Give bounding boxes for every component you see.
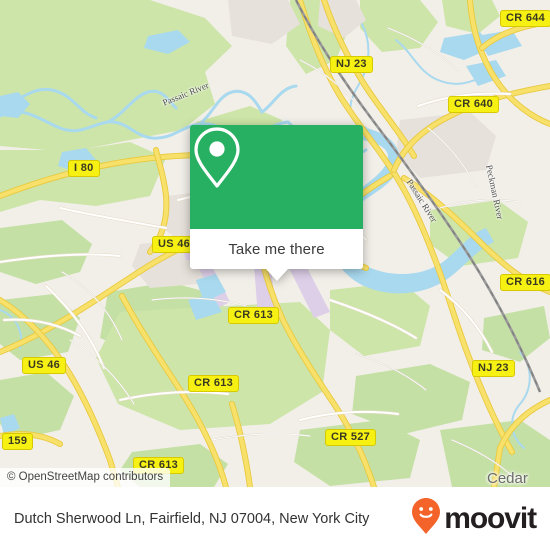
place-label: Cedar bbox=[487, 470, 528, 487]
location-popup-card[interactable]: Take me there bbox=[190, 125, 363, 281]
moovit-map-screen: .park{fill:#cde5a8;} .parkdk{fill:#c3dd9… bbox=[0, 0, 550, 550]
road-shield[interactable]: NJ 23 bbox=[472, 360, 515, 377]
osm-attribution[interactable]: © OpenStreetMap contributors bbox=[0, 468, 171, 487]
address-text: Dutch Sherwood Ln, Fairfield, NJ 07004, … bbox=[14, 510, 370, 527]
road-shield[interactable]: US 46 bbox=[22, 357, 67, 374]
take-me-there-label: Take me there bbox=[228, 240, 325, 258]
popup-header bbox=[190, 125, 363, 229]
road-shield[interactable]: I 80 bbox=[68, 160, 100, 177]
road-shield[interactable]: CR 640 bbox=[448, 96, 500, 113]
road-shield[interactable]: CR 616 bbox=[500, 274, 550, 291]
moovit-wordmark: moovit bbox=[444, 501, 537, 535]
moovit-smiley-pin-icon bbox=[411, 497, 441, 540]
road-shield[interactable]: CR 527 bbox=[325, 429, 377, 446]
footer-bar: Dutch Sherwood Ln, Fairfield, NJ 07004, … bbox=[0, 487, 550, 550]
map-canvas[interactable]: .park{fill:#cde5a8;} .parkdk{fill:#c3dd9… bbox=[0, 0, 550, 487]
road-shield[interactable]: 159 bbox=[2, 433, 34, 450]
moovit-logo[interactable]: moovit bbox=[411, 497, 537, 540]
popup-pointer-tail bbox=[265, 269, 288, 281]
road-shield[interactable]: CR 644 bbox=[500, 10, 550, 27]
road-shield[interactable]: NJ 23 bbox=[330, 56, 373, 73]
popup-action-row[interactable]: Take me there bbox=[190, 229, 363, 269]
road-shield[interactable]: CR 613 bbox=[188, 375, 240, 392]
road-shield[interactable]: CR 613 bbox=[228, 307, 280, 324]
